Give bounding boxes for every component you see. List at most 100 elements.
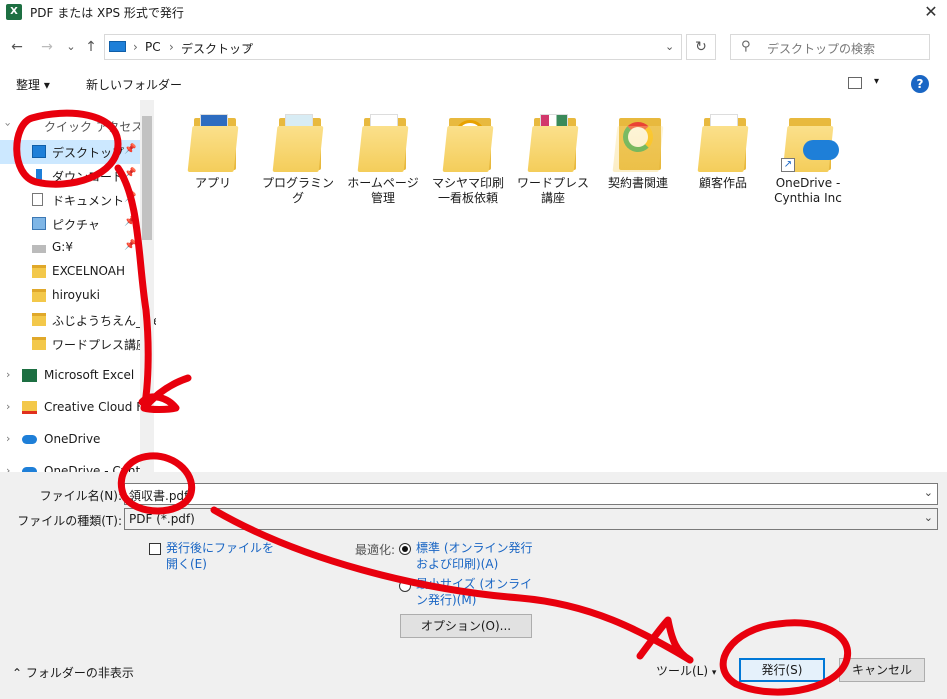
sidebar-item-label: クイック アクセス	[44, 120, 144, 134]
open-after-publish-label[interactable]: 発行後にファイルを開く(E)	[166, 540, 278, 572]
tools-label: ツール(L)	[656, 664, 709, 678]
address-separator: ›	[133, 40, 138, 54]
sidebar-item-excelnoah[interactable]: EXCELNOAH	[0, 260, 140, 284]
folder-label: プログラミング	[261, 176, 334, 205]
sidebar-item-label: hiroyuki	[52, 288, 100, 302]
address-separator: ›	[245, 40, 250, 54]
optimize-standard-label[interactable]: 標準 (オンライン発行および印刷)(A)	[416, 540, 540, 572]
filename-label: ファイル名(N):	[39, 489, 122, 503]
folder-icon	[32, 265, 46, 278]
pin-icon: 📌	[124, 192, 137, 203]
up-arrow-icon[interactable]: ↑	[82, 38, 100, 56]
address-bar[interactable]: › PC › デスクトップ › ⌄	[104, 34, 682, 60]
refresh-icon[interactable]: ↻	[686, 34, 716, 60]
download-icon	[36, 169, 42, 182]
folder-label: ホームページ管理	[347, 176, 419, 205]
drive-icon	[32, 245, 46, 253]
folder-item-programming[interactable]: プログラミング	[259, 112, 337, 206]
sidebar-item-quick-access[interactable]: › クイック アクセス	[0, 114, 144, 138]
folder-icon	[272, 112, 324, 172]
sidebar-item-hiroyuki[interactable]: hiroyuki	[0, 284, 140, 308]
pin-icon: 📌	[124, 240, 137, 251]
optimize-minimum-radio[interactable]	[399, 580, 411, 592]
sidebar-item-drive-g[interactable]: G:¥ 📌	[0, 236, 140, 260]
expand-chevron-icon[interactable]: ›	[2, 122, 15, 126]
address-separator: ›	[169, 40, 174, 54]
breadcrumb-desktop[interactable]: デスクトップ	[181, 40, 253, 57]
optimize-standard-radio[interactable]	[399, 543, 411, 555]
sidebar-item-label: G:¥	[52, 240, 73, 254]
folder-item-apps[interactable]: アプリ	[174, 112, 252, 191]
sidebar-item-documents[interactable]: ドキュメント 📌	[0, 188, 140, 212]
search-icon: ⚲	[741, 39, 751, 54]
sidebar-item-label: OneDrive	[44, 432, 101, 446]
expand-chevron-icon[interactable]: ›	[6, 464, 10, 472]
sidebar-item-microsoft-excel[interactable]: › Microsoft Excel	[0, 364, 140, 388]
new-folder-button[interactable]: 新しいフォルダー	[86, 76, 182, 93]
sidebar-item-label: ドキュメント	[52, 194, 125, 208]
cancel-button[interactable]: キャンセル	[839, 658, 925, 682]
address-dropdown-chevron-icon[interactable]: ⌄	[665, 40, 674, 53]
organize-menu[interactable]: 整理 ▾	[16, 76, 50, 93]
navigation-pane[interactable]: › クイック アクセス デスクトップ 📌 ダウンロード 📌 ドキュメント 📌 ピ…	[0, 100, 156, 472]
optimize-label: 最適化:	[355, 543, 396, 557]
breadcrumb-pc[interactable]: PC	[145, 40, 161, 54]
onedrive-folder-icon: ↗	[781, 112, 839, 172]
sidebar-item-creative-cloud[interactable]: › Creative Cloud F	[0, 396, 143, 420]
options-button[interactable]: オプション(O)...	[400, 614, 532, 638]
close-icon[interactable]: ✕	[918, 0, 944, 24]
help-icon[interactable]: ?	[911, 75, 929, 93]
folder-item-contracts[interactable]: 契約書関連	[599, 112, 677, 191]
publish-button[interactable]: 発行(S)	[739, 658, 825, 682]
forward-arrow-icon[interactable]: →	[38, 38, 56, 56]
folder-item-client-works[interactable]: 顧客作品	[684, 112, 762, 191]
pin-icon: 📌	[124, 216, 137, 227]
sidebar-item-onedrive-cynthia[interactable]: › OneDrive - Cynt	[0, 460, 140, 472]
creative-cloud-icon	[22, 401, 37, 414]
sidebar-item-label: デスクトップ	[52, 146, 125, 160]
search-box[interactable]: ⚲ デスクトップの検索	[730, 34, 930, 60]
chevron-down-icon[interactable]: ⌄	[924, 511, 933, 524]
open-after-publish-checkbox[interactable]	[149, 543, 161, 555]
expand-chevron-icon[interactable]: ›	[6, 400, 10, 413]
sidebar-item-label: Microsoft Excel	[44, 368, 135, 382]
sidebar-item-desktop[interactable]: デスクトップ 📌	[0, 140, 140, 164]
folder-icon	[187, 112, 239, 172]
chevron-down-icon[interactable]: ⌄	[924, 486, 933, 499]
tools-menu[interactable]: ツール(L) ▾	[656, 662, 716, 679]
expand-chevron-icon[interactable]: ›	[6, 432, 10, 445]
sidebar-scrollbar-thumb[interactable]	[142, 116, 152, 240]
folder-icon	[697, 112, 749, 172]
folder-item-mashiyama[interactable]: マシヤマ印刷一看板依頼	[429, 112, 507, 206]
folder-label: ワードプレス講座	[516, 176, 589, 205]
folder-item-onedrive-cynthia[interactable]: ↗ OneDrive - Cynthia Inc	[769, 112, 847, 206]
view-options-chevron-icon[interactable]: ▾	[874, 76, 879, 87]
sidebar-item-wordpress[interactable]: ワードプレス講座	[0, 332, 148, 356]
back-arrow-icon[interactable]: ←	[8, 38, 26, 56]
folder-label: アプリ	[194, 176, 231, 190]
sidebar-item-onedrive[interactable]: › OneDrive	[0, 428, 140, 452]
sidebar-item-pictures[interactable]: ピクチャ 📌	[0, 212, 140, 236]
document-icon	[32, 193, 43, 206]
folder-icon	[32, 337, 46, 350]
sidebar-item-downloads[interactable]: ダウンロード 📌	[0, 164, 140, 188]
search-input[interactable]: デスクトップの検索	[767, 40, 875, 57]
chevron-up-icon: ⌃	[12, 666, 23, 680]
optimize-minimum-label[interactable]: 最小サイズ (オンライン発行)(M)	[416, 576, 540, 608]
sidebar-item-label: EXCELNOAH	[52, 264, 126, 278]
filetype-select[interactable]: PDF (*.pdf) ⌄	[124, 508, 938, 530]
excel-app-icon: X	[6, 4, 22, 20]
folder-item-homepage[interactable]: ホームページ管理	[344, 112, 422, 206]
folder-icon	[442, 112, 494, 172]
filename-value: 領収書.pdf	[129, 489, 189, 503]
chevron-down-icon: ▾	[711, 668, 717, 678]
sidebar-item-fujiyouchien[interactable]: ふじようちえん_file	[0, 308, 156, 332]
expand-chevron-icon[interactable]: ›	[6, 368, 10, 381]
filename-field[interactable]: 領収書.pdf ⌄	[124, 483, 938, 505]
hide-folders-toggle[interactable]: ⌃ フォルダーの非表示	[12, 664, 134, 681]
filetype-label: ファイルの種類(T):	[17, 514, 122, 528]
change-view-icon[interactable]	[848, 77, 862, 89]
pin-icon: 📌	[124, 144, 137, 155]
folder-item-wordpress-course[interactable]: ワードプレス講座	[514, 112, 592, 206]
recent-locations-chevron-icon[interactable]: ⌄	[62, 38, 80, 56]
